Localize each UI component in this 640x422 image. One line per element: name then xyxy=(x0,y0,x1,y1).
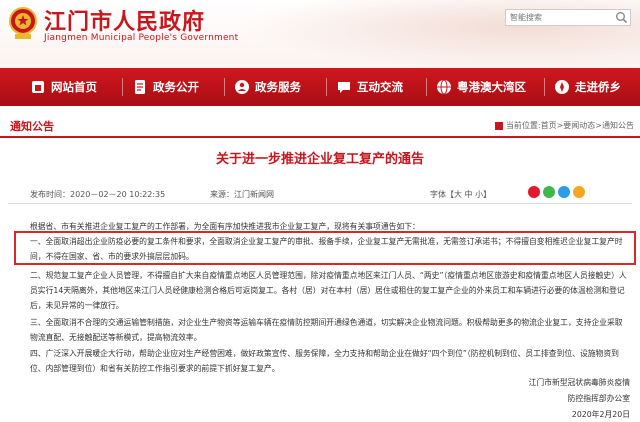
nav-item-label: 政务服务 xyxy=(255,80,301,94)
nav-item-interaction[interactable]: 互动交流 xyxy=(336,68,403,106)
breadcrumb-prefix: 当前位置: xyxy=(505,121,541,130)
site-header: 江门市人民政府 Jiangmen Municipal People's Gove… xyxy=(0,0,640,68)
nav-item-hometown[interactable]: 走进侨乡 xyxy=(554,68,621,106)
document-icon xyxy=(135,80,145,94)
font-size-selector[interactable]: 字体【大 中 小】 xyxy=(430,189,491,200)
site-title[interactable]: 江门市人民政府 xyxy=(44,4,205,36)
signature-date: 2020年2月20日 xyxy=(571,410,630,419)
search-icon[interactable] xyxy=(615,11,628,24)
globe-icon xyxy=(437,79,451,95)
nav-item-greater-bay[interactable]: 粤港澳大湾区 xyxy=(436,68,526,106)
nav-item-home[interactable]: 网站首页 xyxy=(30,68,97,106)
national-emblem-icon xyxy=(9,7,37,39)
breadcrumb-news[interactable]: 要闻动态 xyxy=(563,120,595,131)
location-icon xyxy=(494,121,503,130)
weibo-share-icon[interactable] xyxy=(528,186,540,198)
nav-item-label: 网站首页 xyxy=(51,80,97,94)
paragraph-item-4: 四、广泛深入开展暖企大行动，帮助企业应对生产经营困难，做好政策宣传、服务保障，全… xyxy=(30,349,619,373)
nav-item-gov-open[interactable]: 政务公开 xyxy=(132,68,199,106)
search-input[interactable] xyxy=(505,9,631,26)
nav-item-label: 走进侨乡 xyxy=(575,80,621,94)
nav-divider xyxy=(544,78,545,96)
paragraph-item-1: 一、全面取消超出企业防疫必要的复工条件和要求，全面取消企业复工复产的审批、报备手… xyxy=(30,237,623,261)
compass-icon xyxy=(555,80,569,94)
nav-item-label: 粤港澳大湾区 xyxy=(457,80,526,94)
nav-item-label: 政务公开 xyxy=(153,80,199,94)
nav-divider xyxy=(122,78,123,96)
nav-divider xyxy=(426,78,427,96)
service-icon xyxy=(235,80,249,94)
wechat-share-icon[interactable] xyxy=(543,186,555,198)
breadcrumb-bar: 通知公告 当前位置: 首页 > 要闻动态 > 通知公告 xyxy=(0,112,640,138)
share-buttons xyxy=(528,186,585,198)
signature-office: 防控指挥部办公室 xyxy=(567,394,630,403)
section-title: 通知公告 xyxy=(10,120,54,133)
breadcrumb: 当前位置: 首页 > 要闻动态 > 通知公告 xyxy=(494,120,634,131)
divider xyxy=(8,203,632,204)
nav-divider xyxy=(224,78,225,96)
paragraph-item-3: 三、全面取消不合理的交通运输管制措施，对企业生产物资等运输车辆在疫情防控期间开通… xyxy=(30,318,623,342)
chat-icon xyxy=(338,82,350,93)
breadcrumb-separator: > xyxy=(556,121,564,130)
nav-item-label: 互动交流 xyxy=(357,80,403,94)
home-icon xyxy=(32,81,44,93)
nav-divider xyxy=(326,78,327,96)
main-nav: 网站首页 政务公开 政务服务 互动交流 粤港澳大湾区 走进侨乡 xyxy=(0,68,640,106)
breadcrumb-notices[interactable]: 通知公告 xyxy=(602,120,634,131)
article-source: 来源：江门新闻网 xyxy=(210,190,274,199)
breadcrumb-separator: > xyxy=(595,121,602,130)
nav-item-gov-service[interactable]: 政务服务 xyxy=(234,68,301,106)
site-subtitle: Jiangmen Municipal People's Government xyxy=(44,33,239,43)
paragraph-item-2: 二、规范复工复产企业人员管理，不得擅自扩大来自疫情重点地区人员管理范围，除对疫情… xyxy=(30,271,627,310)
signature-org: 江门市新型冠状病毒肺炎疫情 xyxy=(528,378,630,387)
breadcrumb-home[interactable]: 首页 xyxy=(541,120,557,131)
more-share-icon[interactable] xyxy=(573,186,585,198)
qzone-share-icon[interactable] xyxy=(558,186,570,198)
article-title: 关于进一步推进企业复工复产的通告 xyxy=(215,152,424,167)
publish-date: 发布时间：2020－02－20 10:22:35 xyxy=(30,190,166,199)
